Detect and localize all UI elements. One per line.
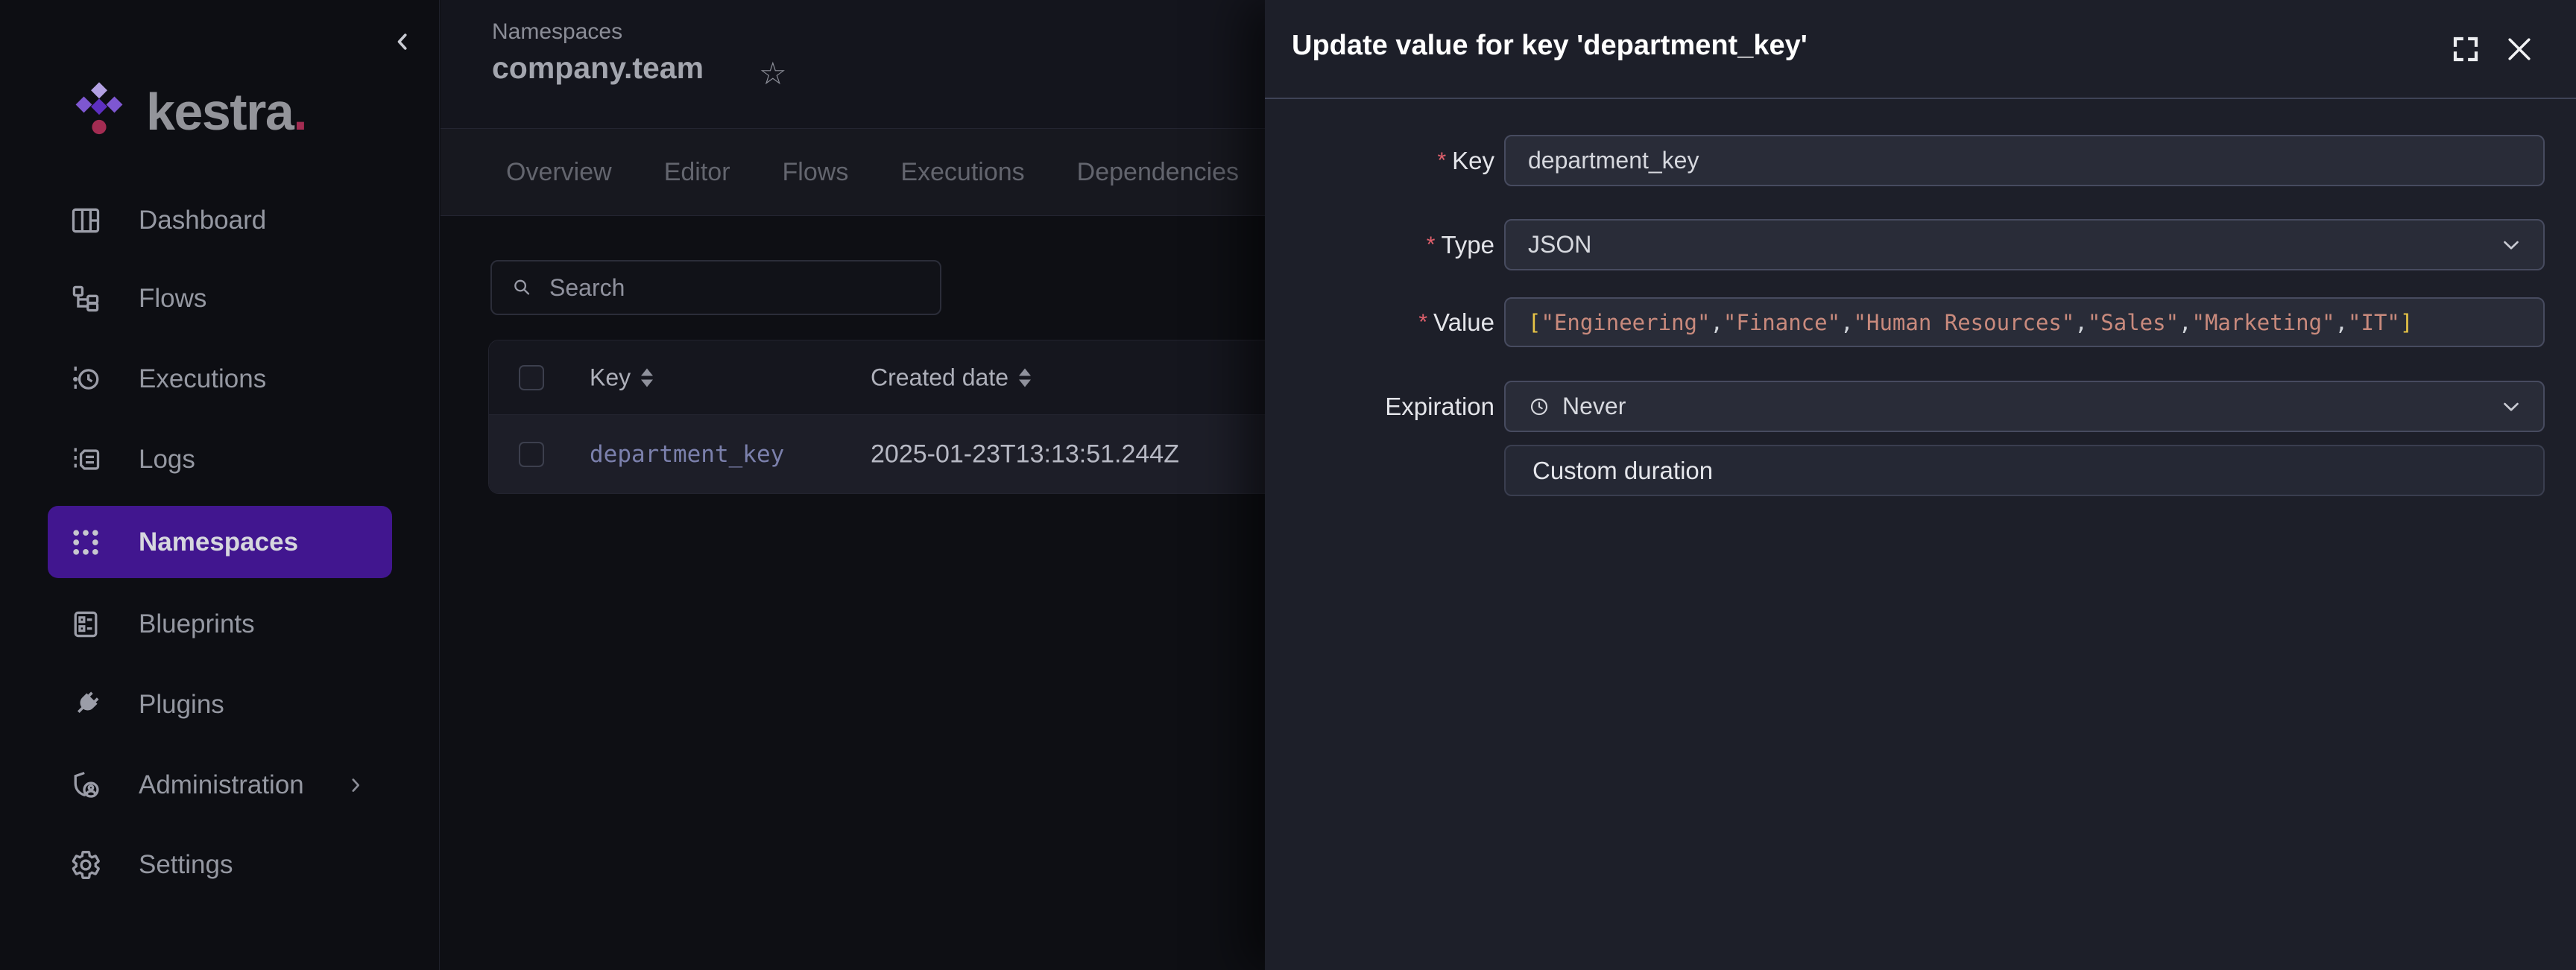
tab-editor[interactable]: Editor xyxy=(664,158,730,187)
chevron-down-icon xyxy=(2498,232,2524,258)
value-json-code: ["Engineering","Finance","Human Resource… xyxy=(1528,310,2413,335)
executions-icon xyxy=(69,362,103,396)
blueprints-icon xyxy=(69,607,103,641)
field-row-type: *Type JSON xyxy=(1265,219,2576,270)
collapse-sidebar-button[interactable] xyxy=(388,27,417,57)
sidebar-item-logs[interactable]: Logs xyxy=(48,423,392,495)
sidebar-item-executions[interactable]: Executions xyxy=(48,343,392,415)
sidebar-item-administration[interactable]: Administration xyxy=(48,749,392,821)
row-checkbox[interactable] xyxy=(519,442,544,467)
modal-title: Update value for key 'department_key' xyxy=(1292,30,1808,62)
sidebar-item-settings[interactable]: Settings xyxy=(48,828,392,901)
sidebar: kestra. Dashboard Flows Executions Logs xyxy=(0,0,440,970)
search-box[interactable] xyxy=(490,260,941,315)
expiration-label: Expiration xyxy=(1265,393,1494,421)
sort-icon xyxy=(641,368,653,387)
required-marker: * xyxy=(1418,310,1427,335)
expiration-select[interactable]: Never xyxy=(1504,381,2545,432)
dashboard-icon xyxy=(69,203,103,238)
close-button[interactable] xyxy=(2498,28,2540,70)
kv-table: Key Created date department_key 2025-01-… xyxy=(488,340,1353,494)
logs-icon xyxy=(69,443,103,477)
clock-icon xyxy=(1528,396,1550,418)
value-label: *Value xyxy=(1265,308,1494,337)
tab-flows[interactable]: Flows xyxy=(783,158,849,187)
chevron-left-icon xyxy=(389,28,416,55)
chevron-down-icon xyxy=(2498,394,2524,419)
select-all-checkbox[interactable] xyxy=(519,365,544,390)
type-select[interactable]: JSON xyxy=(1504,219,2545,270)
kv-key-link[interactable]: department_key xyxy=(590,441,784,468)
column-header-created-date[interactable]: Created date xyxy=(871,364,1031,391)
column-header-key[interactable]: Key xyxy=(590,364,653,391)
sidebar-item-plugins[interactable]: Plugins xyxy=(48,668,392,741)
modal-header: Update value for key 'department_key' xyxy=(1265,0,2576,99)
type-label: *Type xyxy=(1265,231,1494,259)
key-input[interactable] xyxy=(1528,147,2521,174)
star-icon[interactable]: ☆ xyxy=(759,55,787,92)
page-title: company.team xyxy=(492,51,704,86)
kv-created-date: 2025-01-23T13:13:51.244Z xyxy=(871,440,1179,469)
logo-text: kestra xyxy=(146,82,293,142)
breadcrumb: Namespaces xyxy=(492,19,622,45)
required-marker: * xyxy=(1427,232,1436,257)
plugins-icon xyxy=(69,688,103,722)
logo-period: . xyxy=(293,82,307,142)
custom-duration-button[interactable]: Custom duration xyxy=(1504,445,2545,496)
expand-button[interactable] xyxy=(2446,30,2485,69)
kestra-logo-icon xyxy=(69,77,130,146)
close-icon xyxy=(2503,33,2536,66)
tab-executions[interactable]: Executions xyxy=(900,158,1024,187)
fullscreen-icon xyxy=(2450,34,2481,65)
field-row-expiration: Expiration Never xyxy=(1265,381,2576,432)
key-input-wrapper xyxy=(1504,135,2545,186)
tab-overview[interactable]: Overview xyxy=(506,158,612,187)
flows-icon xyxy=(69,282,103,316)
sidebar-item-flows[interactable]: Flows xyxy=(48,262,392,335)
value-editor[interactable]: ["Engineering","Finance","Human Resource… xyxy=(1504,297,2545,347)
administration-icon xyxy=(69,768,103,802)
namespaces-icon xyxy=(69,525,103,560)
key-label: *Key xyxy=(1265,147,1494,175)
sort-icon xyxy=(1019,368,1031,387)
field-row-key: *Key xyxy=(1265,135,2576,186)
required-marker: * xyxy=(1437,148,1446,173)
field-row-value: *Value ["Engineering","Finance","Human R… xyxy=(1265,297,2576,347)
kestra-logo[interactable]: kestra. xyxy=(69,77,308,146)
search-icon xyxy=(511,276,533,299)
submenu-chevron-icon xyxy=(344,774,367,796)
sidebar-item-namespaces[interactable]: Namespaces xyxy=(48,506,392,578)
tab-dependencies[interactable]: Dependencies xyxy=(1077,158,1239,187)
sidebar-item-dashboard[interactable]: Dashboard xyxy=(48,184,392,256)
sidebar-item-blueprints[interactable]: Blueprints xyxy=(48,588,392,660)
search-input[interactable] xyxy=(549,274,921,302)
settings-icon xyxy=(69,848,103,882)
update-value-modal: Update value for key 'department_key' *K… xyxy=(1265,0,2576,970)
table-row[interactable]: department_key 2025-01-23T13:13:51.244Z xyxy=(489,415,1352,494)
kv-table-header: Key Created date xyxy=(489,340,1352,415)
